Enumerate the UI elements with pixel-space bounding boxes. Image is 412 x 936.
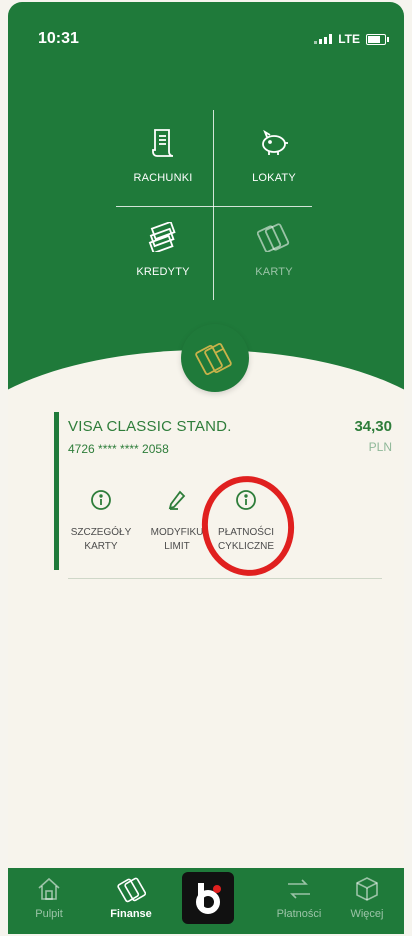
- bank-logo-button[interactable]: [182, 872, 234, 924]
- wallet-icon: [116, 874, 146, 904]
- cards-icon: [195, 342, 232, 375]
- tab-platnosci[interactable]: Płatności: [264, 874, 334, 920]
- cards-icon: [257, 220, 291, 254]
- info-icon: [89, 488, 113, 512]
- network-label: LTE: [338, 32, 360, 46]
- card-title: VISA CLASSIC STAND.: [68, 418, 232, 435]
- card-currency: PLN: [368, 440, 392, 454]
- action-label: SZCZEGÓŁY KARTY: [70, 527, 132, 552]
- menu-item-label: LOKATY: [252, 172, 296, 184]
- status-time: 10:31: [38, 30, 79, 47]
- menu-item-label: KARTY: [255, 266, 293, 278]
- card-amount: 34,30: [354, 418, 392, 435]
- tab-pulpit[interactable]: Pulpit: [14, 874, 84, 920]
- grid-divider-vertical: [213, 110, 214, 300]
- grid-divider-horizontal: [116, 206, 312, 207]
- card-accent-bar: [54, 412, 59, 570]
- menu-item-lokaty[interactable]: LOKATY: [226, 126, 322, 196]
- signal-icon: [314, 34, 333, 44]
- box-icon: [352, 874, 382, 904]
- menu-item-label: RACHUNKI: [133, 172, 193, 184]
- action-label: MODYFIKU LIMIT: [150, 527, 204, 552]
- tab-wiecej[interactable]: Więcej: [332, 874, 402, 920]
- tab-finanse[interactable]: Finanse: [96, 874, 166, 920]
- pencil-icon: [165, 488, 189, 512]
- bottom-tab-bar: Pulpit Finanse Płatności Więcej: [8, 868, 404, 934]
- status-indicators: LTE: [314, 32, 389, 46]
- battery-icon: [366, 33, 389, 45]
- document-icon: [146, 126, 180, 160]
- cards-section-badge: [181, 324, 249, 392]
- transfer-arrows-icon: [284, 874, 314, 904]
- cash-stack-icon: [146, 220, 180, 254]
- card-number: 4726 **** **** 2058: [68, 442, 169, 456]
- bank-logo-icon: [196, 883, 221, 914]
- menu-item-rachunki[interactable]: RACHUNKI: [115, 126, 211, 196]
- menu-item-label: KREDYTY: [136, 266, 190, 278]
- card-details-button[interactable]: SZCZEGÓŁY KARTY: [66, 488, 136, 554]
- home-icon: [34, 874, 64, 904]
- app-screen: 10:31 LTE RACHUNKI LOKATY KREDYTY KARTY …: [8, 2, 404, 934]
- menu-item-kredyty[interactable]: KREDYTY: [115, 220, 211, 290]
- menu-item-karty[interactable]: KARTY: [226, 220, 322, 290]
- card-divider: [68, 578, 382, 579]
- piggy-bank-icon: [257, 126, 291, 160]
